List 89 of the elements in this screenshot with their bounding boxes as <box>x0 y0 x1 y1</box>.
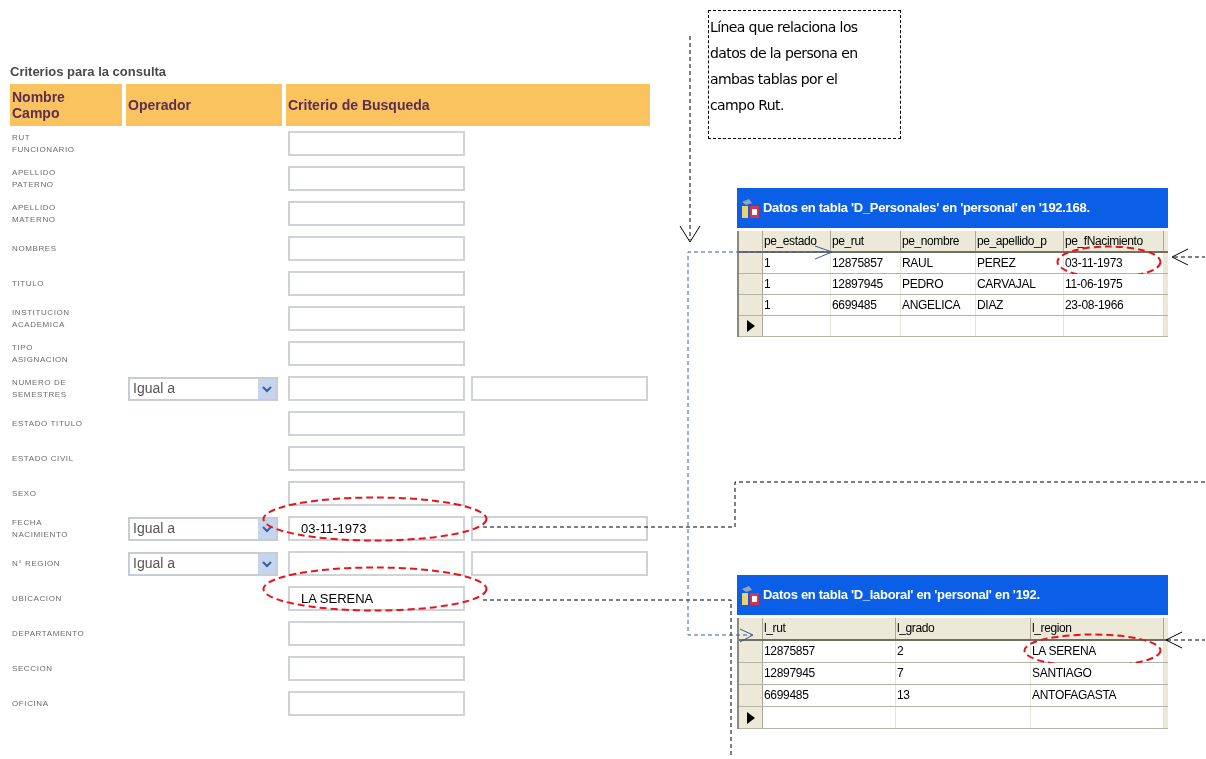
input-field[interactable] <box>288 691 465 716</box>
column-header: l_grado <box>896 618 1031 639</box>
input-field[interactable] <box>471 516 648 541</box>
input-field[interactable] <box>288 131 465 156</box>
input-field[interactable] <box>288 341 465 366</box>
table-tool-icon <box>740 584 760 606</box>
field-label: RUT FUNCIONARIO <box>12 131 76 156</box>
input-field[interactable] <box>471 376 648 401</box>
record-pointer-icon <box>746 320 755 332</box>
table-cell: 23-08-1966 <box>1064 295 1164 315</box>
input-field[interactable] <box>288 271 465 296</box>
table-cell: RAUL <box>901 253 976 273</box>
window-title: Datos en tabla 'D_laboral' en 'personal' en '192. <box>763 586 1040 605</box>
table-cell: ANTOFAGASTA <box>1031 685 1164 706</box>
chevron-down-icon <box>258 378 276 399</box>
field-label: TITULO <box>12 277 46 290</box>
column-header: Criterio de Busqueda <box>286 84 650 126</box>
leader-line <box>1171 248 1206 266</box>
column-header: pe_fNacimiento <box>1064 231 1164 251</box>
table-cell: ANGELICA <box>901 295 976 315</box>
field-label: NUMERO DE SEMESTRES <box>12 376 68 401</box>
column-header: Operador <box>126 84 282 126</box>
table-cell: 03-11-1973 <box>1064 253 1164 273</box>
input-field[interactable]: 03-11-1973 <box>288 516 465 541</box>
table-cell: CARVAJAL <box>976 274 1064 294</box>
field-label: SEXO <box>12 487 38 500</box>
table-cell: 1 <box>763 295 831 315</box>
table-tool-icon <box>740 197 760 219</box>
field-label: APELLIDO MATERNO <box>12 201 57 226</box>
window-title: Datos en tabla 'D_Personales' en 'personal' en '192.168. <box>763 199 1090 218</box>
table-cell: 12875857 <box>763 641 896 662</box>
table-cell: PEREZ <box>976 253 1064 273</box>
field-label: TIPO ASIGNACION <box>12 341 70 366</box>
field-label: NOMBRES <box>12 242 58 255</box>
table-cell: 12875857 <box>831 253 901 273</box>
field-label: N° REGION <box>12 557 62 570</box>
column-header: pe_nombre <box>901 231 976 251</box>
record-pointer-icon <box>746 711 755 724</box>
table-cell: 12897945 <box>763 663 896 684</box>
column-header: l_region <box>1031 618 1164 639</box>
input-field[interactable] <box>288 446 465 471</box>
field-label: INSTITUCION ACADEMICA <box>12 306 71 331</box>
chevron-down-icon <box>258 553 276 574</box>
table-cell: DIAZ <box>976 295 1064 315</box>
chevron-down-icon <box>258 518 276 539</box>
field-label: OFICINA <box>12 697 50 710</box>
operator-dropdown[interactable]: Igual a <box>128 376 278 401</box>
table-cell: 1 <box>763 274 831 294</box>
table-cell: 11-06-1975 <box>1064 274 1164 294</box>
column-header: pe_rut <box>831 231 901 251</box>
table-cell: PEDRO <box>901 274 976 294</box>
table-cell: SANTIAGO <box>1031 663 1164 684</box>
input-field[interactable]: LA SERENA <box>288 586 465 611</box>
table-cell: 2 <box>896 641 1031 662</box>
table-cell: 1 <box>763 253 831 273</box>
table-cell <box>831 316 901 336</box>
input-field[interactable] <box>288 656 465 681</box>
operator-dropdown[interactable]: Igual a <box>128 516 278 541</box>
input-field[interactable] <box>288 166 465 191</box>
field-label: SECCION <box>12 662 54 675</box>
column-header: l_rut <box>763 618 896 639</box>
input-field[interactable] <box>288 306 465 331</box>
field-label: ESTADO TITULO <box>12 417 84 430</box>
input-field[interactable] <box>471 551 648 576</box>
table-cell: 6699485 <box>831 295 901 315</box>
note-box: Línea que relaciona los datos de la persona en ambas tablas por el campo Rut. <box>708 10 901 139</box>
form-title: Criterios para la consulta <box>10 63 168 81</box>
input-field[interactable] <box>288 551 465 576</box>
column-header: pe_estado <box>763 231 831 251</box>
field-label: APELLIDO PATERNO <box>12 166 57 191</box>
field-label: DEPARTAMENTO <box>12 627 86 640</box>
input-field[interactable] <box>288 481 465 506</box>
table-cell: LA SERENA <box>1031 641 1164 662</box>
leader-line <box>1165 631 1206 649</box>
field-label: ESTADO CIVIL <box>12 452 75 465</box>
table-cell: 7 <box>896 663 1031 684</box>
table-cell: 12897945 <box>831 274 901 294</box>
input-field[interactable] <box>288 201 465 226</box>
operator-dropdown[interactable]: Igual a <box>128 551 278 576</box>
column-header: Nombre Campo <box>10 84 122 126</box>
column-header: pe_apellido_p <box>976 231 1064 251</box>
table-cell: 13 <box>896 685 1031 706</box>
input-field[interactable] <box>288 411 465 436</box>
input-field[interactable] <box>288 621 465 646</box>
table-cell: 6699485 <box>763 685 896 706</box>
field-label: FECHA NACIMIENTO <box>12 516 70 541</box>
input-field[interactable] <box>288 236 465 261</box>
field-label: UBICACION <box>12 592 63 605</box>
input-field[interactable] <box>288 376 465 401</box>
